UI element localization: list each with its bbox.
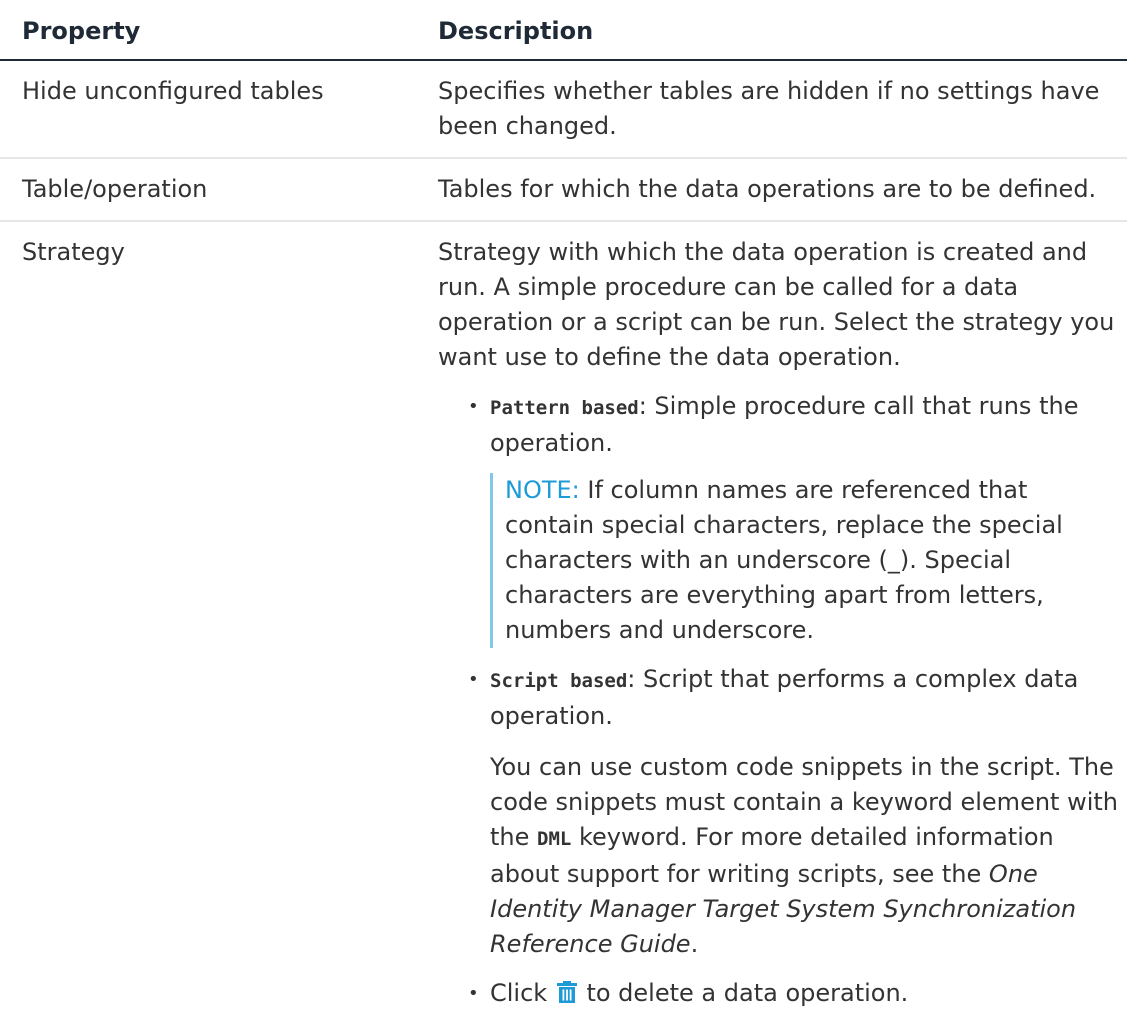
table-header-row: Property Description bbox=[0, 0, 1127, 61]
table-row: Strategy Strategy with which the data op… bbox=[0, 221, 1127, 1024]
script-based-keyword: Script based bbox=[490, 670, 628, 692]
note-block: NOTE: If column names are referenced tha… bbox=[490, 473, 1119, 648]
note-text: If column names are referenced that cont… bbox=[505, 476, 1063, 644]
strategy-description: Strategy with which the data operation i… bbox=[438, 238, 1115, 371]
delete-text-2: to delete a data operation. bbox=[578, 979, 909, 1007]
list-item-delete: • Click to delete a data operation. bbox=[468, 976, 1119, 1011]
list-item-script-based: • Script based: Script that performs a c… bbox=[468, 662, 1119, 962]
trash-icon bbox=[556, 978, 577, 1003]
table-row: Table/operation Tables for which the dat… bbox=[0, 158, 1127, 222]
description-cell: Tables for which the data operations are… bbox=[416, 158, 1127, 222]
strategy-options-list: • Pattern based: Simple procedure call t… bbox=[438, 389, 1119, 1011]
list-item-pattern-based: • Pattern based: Simple procedure call t… bbox=[468, 389, 1119, 648]
code-snippets-paragraph: You can use custom code snippets in the … bbox=[490, 750, 1119, 962]
property-cell: Hide unconfigured tables bbox=[0, 60, 416, 159]
note-label: NOTE: bbox=[505, 476, 580, 504]
snippets-text-2: keyword. For more detailed information a… bbox=[490, 823, 1054, 888]
description-cell: Strategy with which the data operation i… bbox=[416, 221, 1127, 1024]
property-table: Property Description Hide unconfigured t… bbox=[0, 0, 1127, 1024]
property-cell: Table/operation bbox=[0, 158, 416, 222]
header-property: Property bbox=[0, 0, 416, 61]
description-cell: Specifies whether tables are hidden if n… bbox=[416, 60, 1127, 159]
bullet-icon: • bbox=[468, 669, 479, 690]
delete-text-1: Click bbox=[490, 979, 548, 1007]
snippets-text-3: . bbox=[690, 930, 699, 958]
bullet-icon: • bbox=[468, 396, 479, 417]
property-cell: Strategy bbox=[22, 238, 125, 266]
pattern-based-keyword: Pattern based bbox=[490, 397, 639, 419]
bullet-icon: • bbox=[468, 983, 479, 1004]
dml-keyword: DML bbox=[537, 828, 572, 850]
header-description: Description bbox=[416, 0, 1127, 61]
table-row: Hide unconfigured tables Specifies wheth… bbox=[0, 60, 1127, 159]
